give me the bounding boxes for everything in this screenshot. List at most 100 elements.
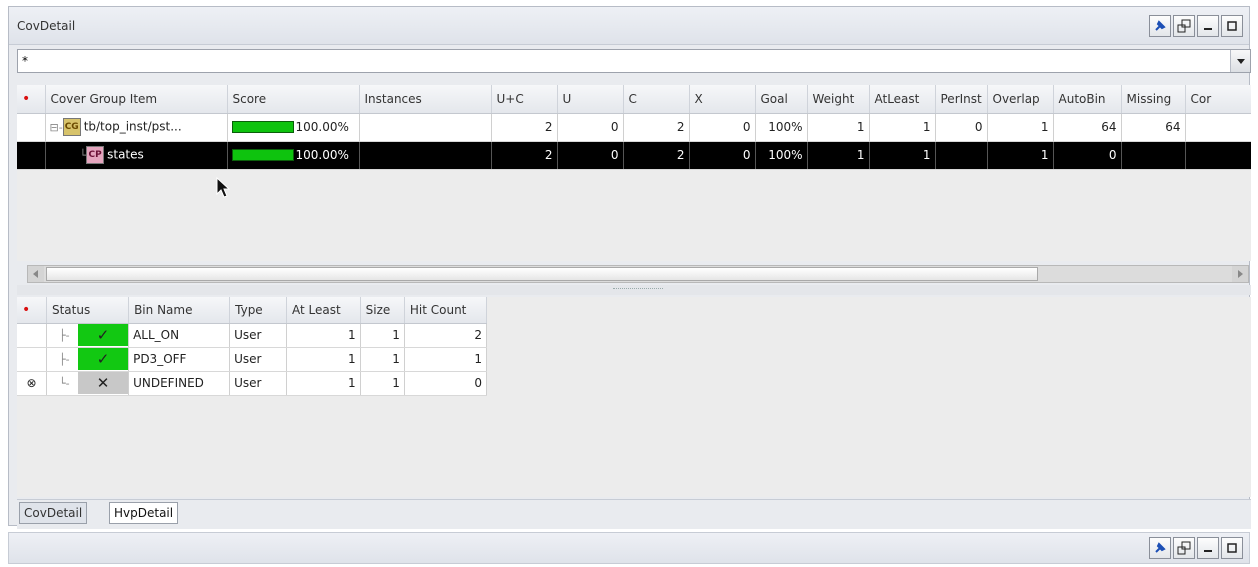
arrow-left-icon (33, 270, 38, 278)
splitter-grip[interactable] (613, 288, 663, 291)
pane-splitter[interactable] (17, 285, 1251, 295)
horizontal-scrollbar[interactable] (27, 265, 1249, 283)
col-uc[interactable]: U+C (491, 85, 558, 114)
instances-cell (359, 113, 492, 142)
x-cell: 0 (689, 113, 756, 142)
col-at-least[interactable]: At Least (286, 297, 361, 324)
col-goal[interactable]: Goal (755, 85, 808, 114)
col-atleast[interactable]: AtLeast (869, 85, 936, 114)
exclude-cell[interactable] (17, 141, 46, 170)
bin-table: • Status Bin Name Type At Least Size Hit… (17, 297, 1251, 497)
col-size[interactable]: Size (360, 297, 405, 324)
col-autobin[interactable]: AutoBin (1053, 85, 1122, 114)
col-score[interactable]: Score (227, 85, 360, 114)
minimize-button[interactable] (1197, 537, 1219, 559)
score-bar (231, 121, 294, 133)
status-cell: ├- ✓ (46, 347, 130, 372)
bin-row[interactable]: ├- ✓ PD3_OFF User 1 1 1 (17, 347, 488, 372)
filter-combobox[interactable] (17, 49, 1251, 73)
perinst-cell: 0 (935, 113, 988, 142)
bin-name-cell: ALL_ON (128, 323, 231, 348)
u-cell: 0 (557, 113, 624, 142)
bin-header-row: • Status Bin Name Type At Least Size Hit… (17, 297, 488, 324)
autobin-cell: 0 (1053, 141, 1122, 170)
bin-row[interactable]: ⊗ └- ✕ UNDEFINED User 1 1 0 (17, 371, 488, 396)
pin-button[interactable] (1149, 537, 1171, 559)
col-status[interactable]: Status (46, 297, 130, 324)
score-cell: 100.00% (227, 141, 360, 170)
col-missing[interactable]: Missing (1121, 85, 1186, 114)
check-icon: ✓ (78, 324, 128, 346)
bin-row[interactable]: ├- ✓ ALL_ON User 1 1 2 (17, 323, 488, 348)
col-exclude[interactable]: • (17, 85, 46, 114)
at-least-cell: 1 (286, 323, 361, 348)
type-cell: User (229, 347, 287, 372)
tree-expander[interactable]: ⊟‑ (50, 121, 63, 134)
mouse-cursor-icon (216, 177, 231, 198)
weight-cell: 1 (807, 141, 870, 170)
col-weight[interactable]: Weight (807, 85, 870, 114)
col-hit-count[interactable]: Hit Count (404, 297, 488, 324)
hit-count-cell: 2 (404, 323, 488, 348)
exclude-cell[interactable] (17, 323, 47, 348)
scroll-right-button[interactable] (1232, 266, 1248, 282)
exclude-cell[interactable] (17, 347, 47, 372)
pin-button[interactable] (1149, 15, 1171, 37)
col-u[interactable]: U (557, 85, 624, 114)
filter-dropdown-button[interactable] (1230, 50, 1250, 72)
pin-icon (1155, 542, 1166, 553)
col-type[interactable]: Type (229, 297, 287, 324)
float-button[interactable] (1173, 537, 1195, 559)
cross-icon: ✕ (78, 372, 128, 394)
atleast-cell: 1 (869, 141, 936, 170)
item-cell[interactable]: ⊟‑ CG tb/top_inst/pst... (45, 113, 228, 142)
minimize-icon (1204, 550, 1212, 552)
filter-input[interactable] (18, 50, 1230, 72)
col-x[interactable]: X (689, 85, 756, 114)
score-cell: 100.00% (227, 113, 360, 142)
table-header-row: • Cover Group Item Score Instances U+C U… (17, 85, 1251, 114)
col-cor[interactable]: Cor (1185, 85, 1251, 114)
uc-cell: 2 (491, 141, 558, 170)
cor-cell (1185, 141, 1251, 170)
table-row[interactable]: ⊟‑ CG tb/top_inst/pst... 100.00% 2 0 2 0 … (17, 113, 1251, 142)
float-window-icon (1177, 19, 1191, 33)
maximize-button[interactable] (1221, 15, 1243, 37)
table-row-selected[interactable]: └ CP states 100.00% 2 0 2 0 100% 1 1 1 0 (17, 141, 1251, 170)
col-c[interactable]: C (623, 85, 690, 114)
cover-group-table: • Cover Group Item Score Instances U+C U… (17, 85, 1251, 261)
col-instances[interactable]: Instances (359, 85, 492, 114)
window-controls (1149, 15, 1243, 37)
docked-window-controls (1149, 537, 1243, 559)
exclude-cell[interactable]: ⊗ (17, 371, 47, 396)
check-icon: ✓ (78, 348, 128, 370)
type-cell: User (229, 323, 287, 348)
c-cell: 2 (623, 141, 690, 170)
maximize-button[interactable] (1221, 537, 1243, 559)
pin-icon (1155, 20, 1166, 31)
exclude-cell[interactable] (17, 113, 46, 142)
perinst-cell (935, 141, 988, 170)
scroll-thumb[interactable] (46, 267, 1038, 281)
maximize-icon (1227, 21, 1237, 31)
bottom-tab-bar: CovDetail HvpDetail (17, 499, 1251, 529)
float-button[interactable] (1173, 15, 1195, 37)
item-cell[interactable]: └ CP states (45, 141, 228, 170)
col-exclude[interactable]: • (17, 297, 47, 324)
col-bin-name[interactable]: Bin Name (128, 297, 231, 324)
col-cover-group-item[interactable]: Cover Group Item (45, 85, 228, 114)
status-cell: └- ✕ (46, 371, 130, 396)
at-least-cell: 1 (286, 347, 361, 372)
minimize-button[interactable] (1197, 15, 1219, 37)
col-overlap[interactable]: Overlap (987, 85, 1054, 114)
cor-cell (1185, 113, 1251, 142)
float-window-icon (1177, 541, 1191, 555)
title-bar: CovDetail (9, 7, 1249, 45)
tab-covdetail[interactable]: CovDetail (19, 502, 88, 524)
scroll-left-button[interactable] (28, 266, 44, 282)
x-cell: 0 (689, 141, 756, 170)
atleast-cell: 1 (869, 113, 936, 142)
col-perinst[interactable]: PerInst (935, 85, 988, 114)
size-cell: 1 (360, 323, 405, 348)
tab-hvpdetail[interactable]: HvpDetail (109, 502, 179, 524)
